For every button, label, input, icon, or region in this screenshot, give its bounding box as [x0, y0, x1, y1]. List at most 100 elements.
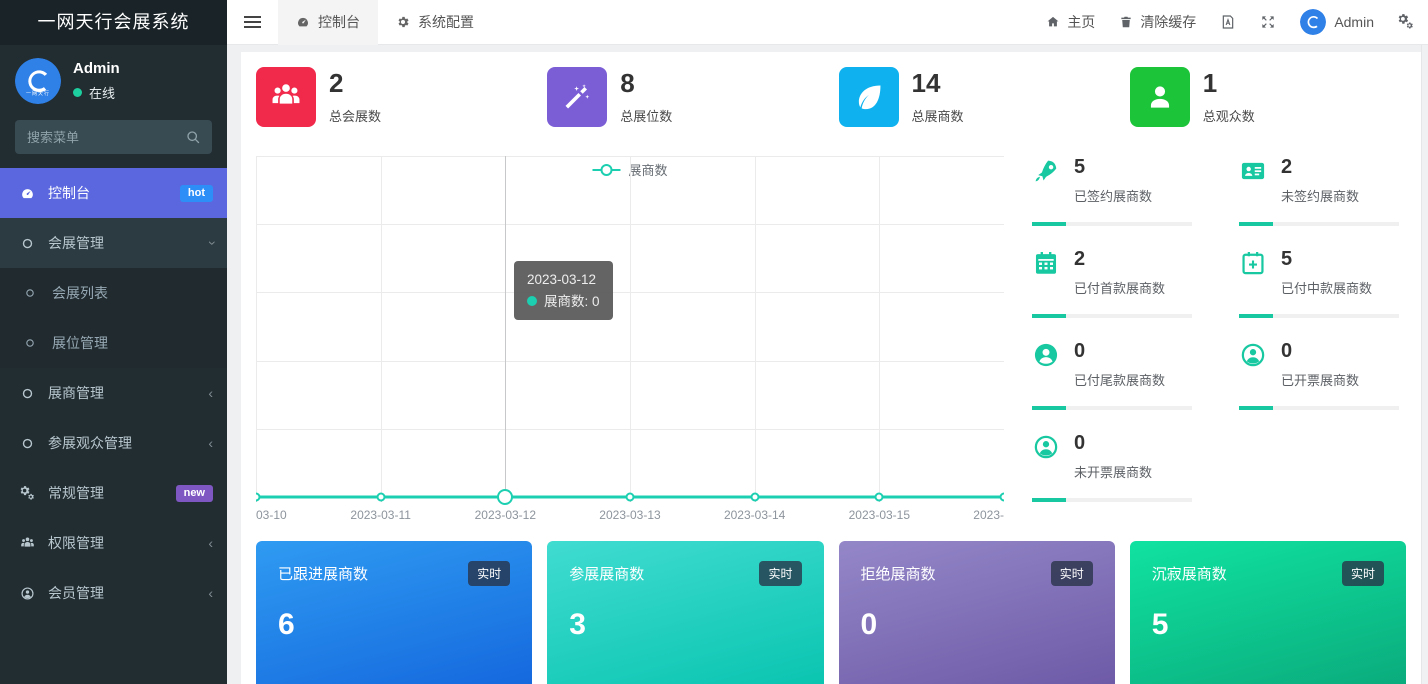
sidebar-item-member-mgmt[interactable]: 会员管理 ‹: [0, 568, 227, 618]
chart-data-point[interactable]: [497, 489, 513, 505]
app-title: 一网天行会展系统: [0, 0, 227, 45]
cogs-icon: [20, 486, 42, 501]
id-card-icon: [1239, 157, 1267, 205]
magic-wand-icon: [547, 67, 607, 127]
chart-data-point[interactable]: [256, 493, 261, 502]
user-circle-icon: [1239, 341, 1267, 389]
chevron-left-icon: ‹: [208, 386, 213, 400]
dashboard-content: 2 总会展数 8 总展位数 14 总展商数 1: [227, 45, 1428, 684]
stat-middle-payment: 5 已付中款展商数: [1239, 249, 1406, 341]
stat-not-invoiced: 0 未开票展商数: [1032, 433, 1199, 525]
home-link[interactable]: 主页: [1046, 12, 1095, 32]
rocket-icon: [1032, 157, 1060, 205]
circle-icon: [20, 436, 42, 451]
chevron-down-icon: ‹: [204, 241, 218, 246]
sidebar-item-exhibition-mgmt[interactable]: 会展管理 ‹: [0, 218, 227, 268]
chevron-left-icon: ‹: [208, 436, 213, 450]
chart-data-point[interactable]: [1000, 493, 1005, 502]
chart-data-point[interactable]: [376, 493, 385, 502]
sidebar: 一网天行会展系统 一网天行 Admin 在线 控制台 hot 会展管理 ‹: [0, 0, 227, 684]
sidebar-item-exhibitor-mgmt[interactable]: 展商管理 ‹: [0, 368, 227, 418]
tachometer-icon: [20, 186, 42, 201]
progress-bar: [1032, 314, 1192, 318]
user-circle-icon: [1032, 433, 1060, 481]
stat-signed-exhibitors: 5 已签约展商数: [1032, 157, 1199, 249]
sidebar-item-permission-mgmt[interactable]: 权限管理 ‹: [0, 518, 227, 568]
top-stats-row: 2 总会展数 8 总展位数 14 总展商数 1: [256, 67, 1406, 127]
sidebar-item-visitor-mgmt[interactable]: 参展观众管理 ‹: [0, 418, 227, 468]
card-rejected-exhibitors: 拒绝展商数 实时 0: [839, 541, 1115, 684]
user-badge-icon: [1032, 341, 1060, 389]
chart-tooltip: 2023-03-12 展商数: 0: [514, 261, 613, 320]
realtime-badge: 实时: [468, 561, 510, 586]
chart-plot-area: 2023-03-102023-03-112023-03-122023-03-13…: [256, 156, 1004, 497]
hot-badge: hot: [180, 185, 213, 202]
user-circle-icon: [20, 586, 42, 601]
scrollbar[interactable]: [1421, 45, 1428, 684]
navbar-user-menu[interactable]: Admin: [1300, 9, 1374, 35]
chart-data-point[interactable]: [875, 493, 884, 502]
progress-bar: [1239, 406, 1399, 410]
user-avatar: 一网天行: [15, 58, 61, 104]
chevron-left-icon: ‹: [208, 586, 213, 600]
navbar-username: Admin: [1334, 14, 1374, 30]
progress-bar: [1239, 314, 1399, 318]
translate-icon[interactable]: [1220, 14, 1236, 30]
sidebar-search: [15, 120, 212, 154]
home-icon: [1046, 15, 1060, 29]
online-status-dot: [73, 88, 82, 97]
settings-gears-icon[interactable]: [1398, 14, 1414, 30]
chevron-left-icon: ‹: [208, 536, 213, 550]
sidebar-item-booth-mgmt[interactable]: 展位管理: [0, 318, 227, 368]
user-icon: [1130, 67, 1190, 127]
top-navbar: 控制台 系统配置 主页 清除缓存 Admin: [227, 0, 1428, 45]
circle-icon: [20, 236, 42, 251]
card-participating-exhibitors: 参展展商数 实时 3: [547, 541, 823, 684]
chart-data-point[interactable]: [750, 493, 759, 502]
stat-total-visitors: 1 总观众数: [1130, 67, 1406, 127]
circle-icon: [20, 386, 42, 401]
users-icon: [20, 536, 42, 551]
clear-cache-link[interactable]: 清除缓存: [1119, 12, 1196, 32]
user-name: Admin: [73, 60, 120, 77]
calendar-plus-icon: [1239, 249, 1267, 297]
realtime-badge: 实时: [759, 561, 801, 586]
stat-total-exhibitors: 14 总展商数: [839, 67, 1115, 127]
sidebar-item-general-mgmt[interactable]: 常规管理 new: [0, 468, 227, 518]
dashboard-panel: 2 总会展数 8 总展位数 14 总展商数 1: [241, 52, 1421, 684]
online-status-label: 在线: [89, 83, 115, 102]
progress-bar: [1032, 498, 1192, 502]
new-badge: new: [176, 485, 213, 502]
exhibitor-line-chart[interactable]: 展商数 2023-03-102023-03-112023-03-122023-0…: [256, 143, 1004, 527]
search-input[interactable]: [15, 120, 212, 154]
search-icon[interactable]: [185, 129, 201, 145]
sidebar-item-exhibition-list[interactable]: 会展列表: [0, 268, 227, 318]
tooltip-date: 2023-03-12: [527, 269, 600, 291]
sidebar-toggle-icon[interactable]: [227, 16, 278, 28]
trash-icon: [1119, 15, 1133, 29]
avatar-logo-text: 一网天行: [15, 90, 61, 97]
card-dormant-exhibitors: 沉寂展商数 实时 5: [1130, 541, 1406, 684]
sidebar-item-dashboard[interactable]: 控制台 hot: [0, 168, 227, 218]
stat-total-booths: 8 总展位数: [547, 67, 823, 127]
chart-data-point[interactable]: [626, 493, 635, 502]
users-group-icon: [256, 67, 316, 127]
stat-invoiced: 0 已开票展商数: [1239, 341, 1406, 433]
leaf-icon: [839, 67, 899, 127]
sidebar-user-panel: 一网天行 Admin 在线: [0, 45, 227, 110]
realtime-badge: 实时: [1051, 561, 1093, 586]
tooltip-series-dot: [527, 296, 537, 306]
fullscreen-icon[interactable]: [1260, 14, 1276, 30]
circle-icon: [24, 287, 46, 299]
realtime-cards-row: 已跟进展商数 实时 6 参展展商数 实时 3 拒绝展商数 实时: [256, 541, 1406, 684]
realtime-badge: 实时: [1342, 561, 1384, 586]
tooltip-value: 展商数: 0: [544, 294, 600, 309]
stat-unsigned-exhibitors: 2 未签约展商数: [1239, 157, 1406, 249]
progress-bar: [1032, 406, 1192, 410]
stat-total-exhibitions: 2 总会展数: [256, 67, 532, 127]
user-avatar: [1300, 9, 1326, 35]
tab-dashboard[interactable]: 控制台: [278, 0, 378, 45]
stat-first-payment: 2 已付首款展商数: [1032, 249, 1199, 341]
sidebar-menu: 控制台 hot 会展管理 ‹ 会展列表 展位管理 展商管理 ‹ 参展观众管理 ‹: [0, 168, 227, 618]
tab-system-config[interactable]: 系统配置: [378, 0, 492, 45]
